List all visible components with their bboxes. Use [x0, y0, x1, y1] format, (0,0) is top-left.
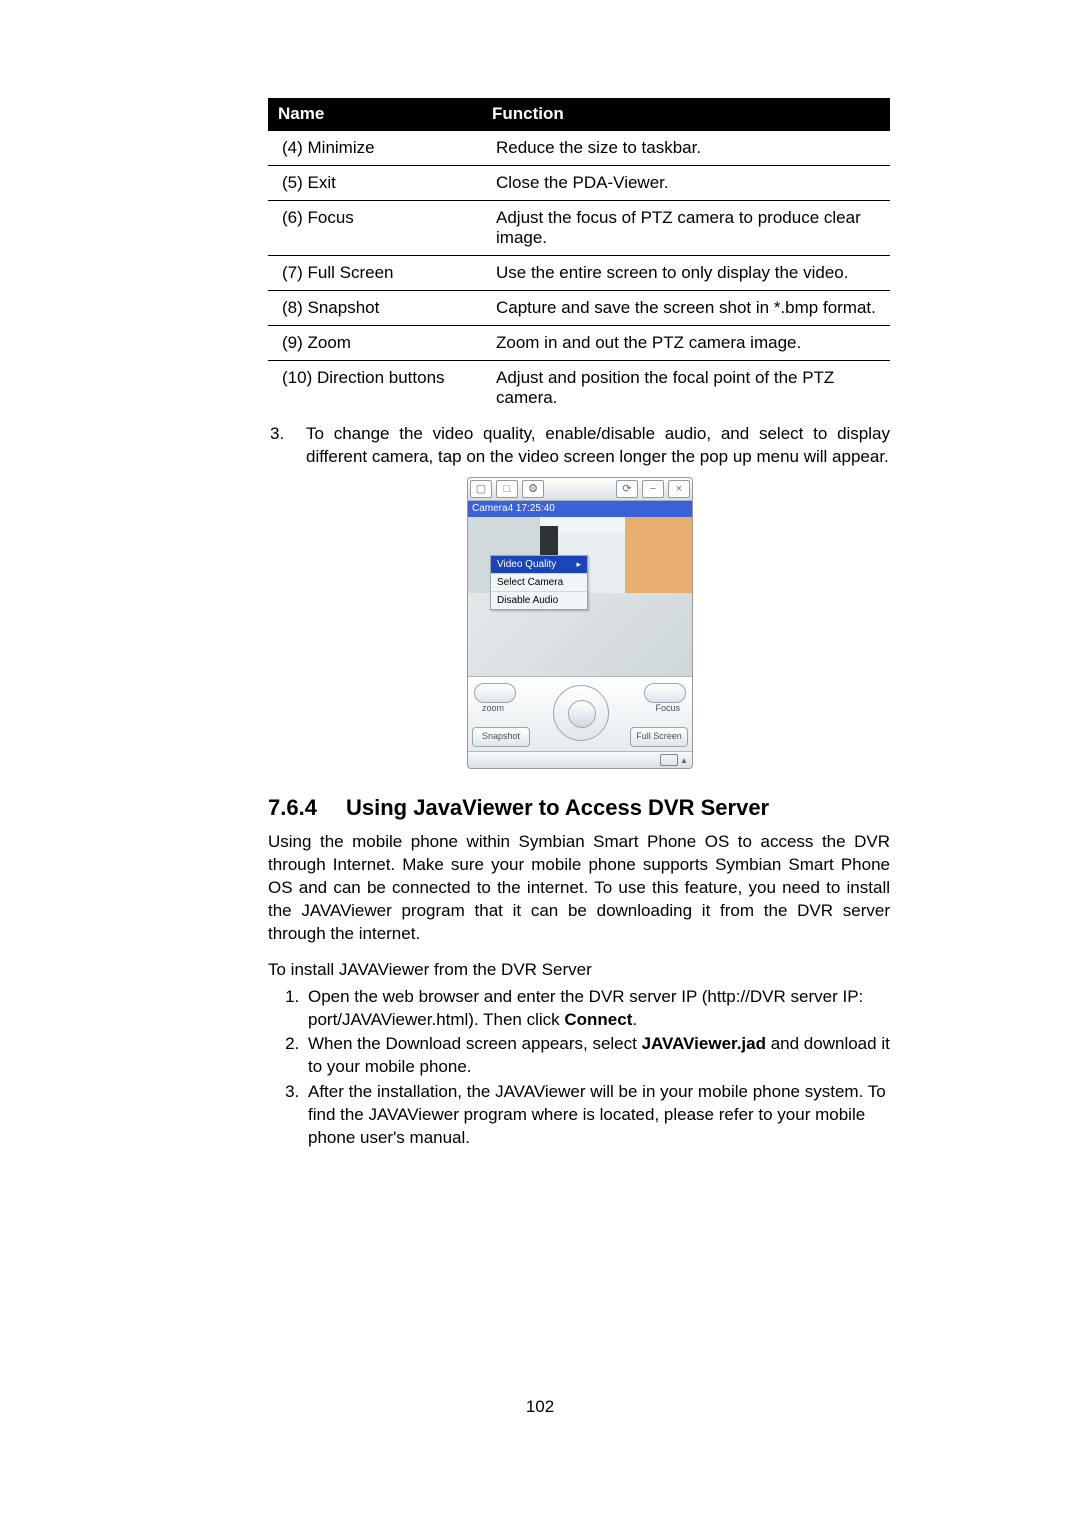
- table-row: (9) Zoom Zoom in and out the PTZ camera …: [268, 326, 890, 361]
- menu-label: Select Camera: [497, 577, 563, 588]
- camera-label: Camera4 17:25:40: [468, 501, 692, 517]
- step-2: When the Download screen appears, select…: [304, 1033, 890, 1079]
- step-text: After the installation, the JAVAViewer w…: [308, 1082, 886, 1147]
- install-steps: Open the web browser and enter the DVR s…: [268, 986, 890, 1151]
- cell-func: Capture and save the screen shot in *.bm…: [482, 291, 890, 326]
- list-number: 3.: [268, 423, 306, 469]
- step-text: When the Download screen appears, select: [308, 1034, 642, 1053]
- step-bold: Connect: [564, 1010, 632, 1029]
- section-subhead: To install JAVAViewer from the DVR Serve…: [268, 960, 890, 980]
- page-number: 102: [0, 1397, 1080, 1417]
- section-title: Using JavaViewer to Access DVR Server: [346, 795, 769, 820]
- cell-func: Reduce the size to taskbar.: [482, 131, 890, 166]
- pda-topbar: [468, 478, 692, 501]
- pda-bottombar: [468, 751, 692, 768]
- menu-item-disable-audio[interactable]: Disable Audio: [491, 592, 587, 609]
- cell-name: (7) Full Screen: [268, 256, 482, 291]
- pda-video-area[interactable]: Video Quality Select Camera Disable Audi…: [468, 517, 692, 676]
- snapshot-button[interactable]: Snapshot: [472, 727, 530, 747]
- menu-label: Disable Audio: [497, 595, 558, 606]
- focus-buttons[interactable]: [644, 683, 686, 703]
- section-paragraph: Using the mobile phone within Symbian Sm…: [268, 831, 890, 946]
- table-row: (7) Full Screen Use the entire screen to…: [268, 256, 890, 291]
- section-number: 7.6.4: [268, 795, 346, 821]
- table-row: (10) Direction buttons Adjust and positi…: [268, 361, 890, 416]
- submenu-arrow-icon: [576, 559, 581, 570]
- cell-name: (8) Snapshot: [268, 291, 482, 326]
- pda-screenshot: Camera4 17:25:40 Video Quality Select Ca…: [467, 477, 691, 769]
- step-bold: JAVAViewer.jad: [642, 1034, 766, 1053]
- cell-func: Adjust the focus of PTZ camera to produc…: [482, 201, 890, 256]
- cell-name: (5) Exit: [268, 166, 482, 201]
- menu-item-select-camera[interactable]: Select Camera: [491, 574, 587, 592]
- zoom-buttons[interactable]: [474, 683, 516, 703]
- cell-func: Use the entire screen to only display th…: [482, 256, 890, 291]
- list-text: To change the video quality, enable/disa…: [306, 423, 890, 469]
- pda-topbar-right: [614, 480, 692, 498]
- cell-name: (10) Direction buttons: [268, 361, 482, 416]
- cell-name: (6) Focus: [268, 201, 482, 256]
- direction-center[interactable]: [568, 700, 596, 728]
- table-row: (6) Focus Adjust the focus of PTZ camera…: [268, 201, 890, 256]
- minimize-icon[interactable]: [642, 480, 664, 498]
- close-icon[interactable]: [668, 480, 690, 498]
- col-header-name: Name: [268, 98, 482, 131]
- pda-topbar-left: [468, 480, 546, 498]
- section-heading: 7.6.4Using JavaViewer to Access DVR Serv…: [268, 795, 890, 821]
- document-page: Name Function (4) Minimize Reduce the si…: [0, 0, 1080, 1527]
- keyboard-icon[interactable]: [660, 754, 678, 766]
- fullscreen-button[interactable]: Full Screen: [630, 727, 688, 747]
- context-menu: Video Quality Select Camera Disable Audi…: [490, 555, 588, 610]
- table-row: (4) Minimize Reduce the size to taskbar.: [268, 131, 890, 166]
- table-row: (8) Snapshot Capture and save the screen…: [268, 291, 890, 326]
- list-item-3: 3. To change the video quality, enable/d…: [268, 423, 890, 469]
- cell-func: Close the PDA-Viewer.: [482, 166, 890, 201]
- cell-name: (4) Minimize: [268, 131, 482, 166]
- step-text: .: [632, 1010, 637, 1029]
- table-row: (5) Exit Close the PDA-Viewer.: [268, 166, 890, 201]
- cell-func: Zoom in and out the PTZ camera image.: [482, 326, 890, 361]
- zoom-label: zoom: [482, 703, 504, 713]
- pda-controls: zoom Focus Snapshot Full Screen: [468, 676, 692, 751]
- window-icon[interactable]: [496, 480, 518, 498]
- table-header-row: Name Function: [268, 98, 890, 131]
- step-3: After the installation, the JAVAViewer w…: [304, 1081, 890, 1150]
- connect-icon[interactable]: [616, 480, 638, 498]
- cell-func: Adjust and position the focal point of t…: [482, 361, 890, 416]
- menu-label: Video Quality: [497, 559, 556, 570]
- function-table: Name Function (4) Minimize Reduce the si…: [268, 98, 890, 415]
- focus-label: Focus: [655, 703, 680, 713]
- signal-icon: [470, 480, 492, 498]
- direction-pad[interactable]: [553, 685, 609, 741]
- step-1: Open the web browser and enter the DVR s…: [304, 986, 890, 1032]
- up-arrow-icon[interactable]: [680, 755, 688, 765]
- menu-item-video-quality[interactable]: Video Quality: [491, 556, 587, 574]
- pda-window: Camera4 17:25:40 Video Quality Select Ca…: [467, 477, 693, 769]
- col-header-function: Function: [482, 98, 890, 131]
- grid-icon[interactable]: [522, 480, 544, 498]
- cell-name: (9) Zoom: [268, 326, 482, 361]
